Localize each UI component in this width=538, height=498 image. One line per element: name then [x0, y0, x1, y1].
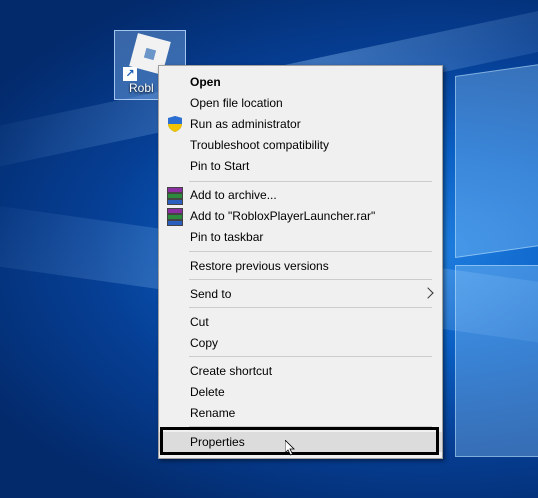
menu-item-run-as-administrator[interactable]: Run as administrator	[159, 114, 442, 134]
menu-item-rename[interactable]: Rename	[159, 403, 442, 423]
menu-item-label: Copy	[190, 336, 219, 350]
chevron-right-icon	[422, 287, 434, 299]
desktop-icon-label: Robl	[129, 81, 154, 95]
menu-item-delete[interactable]: Delete	[159, 382, 442, 402]
menu-item-label: Pin to taskbar	[190, 230, 264, 244]
menu-separator	[189, 307, 432, 308]
winrar-icon	[167, 187, 183, 205]
winrar-icon	[167, 208, 183, 226]
menu-item-copy[interactable]: Copy	[159, 333, 442, 353]
menu-item-pin-to-start[interactable]: Pin to Start	[159, 156, 442, 176]
wallpaper-window-pane	[455, 64, 538, 258]
menu-item-troubleshoot-compatibility[interactable]: Troubleshoot compatibility	[159, 135, 442, 155]
menu-separator	[189, 279, 432, 280]
menu-item-label: Send to	[190, 287, 232, 301]
menu-item-cut[interactable]: Cut	[159, 312, 442, 332]
menu-item-label: Open file location	[190, 96, 283, 110]
menu-item-pin-to-taskbar[interactable]: Pin to taskbar	[159, 227, 442, 247]
menu-item-restore-previous-versions[interactable]: Restore previous versions	[159, 256, 442, 276]
shortcut-arrow-icon: ↗	[123, 67, 137, 81]
menu-item-label: Cut	[190, 315, 209, 329]
menu-item-label: Pin to Start	[190, 159, 250, 173]
menu-item-label: Add to archive...	[190, 188, 277, 202]
menu-separator	[189, 356, 432, 357]
menu-item-open[interactable]: Open	[159, 72, 442, 92]
menu-separator	[189, 181, 432, 182]
menu-item-add-to-archive[interactable]: Add to archive...	[159, 185, 442, 205]
menu-item-label: Open	[190, 75, 221, 89]
menu-item-add-to-rar[interactable]: Add to "RobloxPlayerLauncher.rar"	[159, 206, 442, 226]
menu-separator	[189, 251, 432, 252]
context-menu: Open Open file location Run as administr…	[158, 65, 443, 459]
wallpaper-window-pane	[455, 265, 538, 457]
menu-item-send-to[interactable]: Send to	[159, 284, 442, 304]
menu-item-label: Create shortcut	[190, 364, 273, 378]
annotation-highlight-box	[160, 427, 439, 455]
menu-item-label: Restore previous versions	[190, 259, 329, 273]
menu-item-label: Run as administrator	[190, 117, 301, 131]
uac-shield-icon	[168, 116, 182, 132]
menu-item-label: Delete	[190, 385, 225, 399]
menu-item-label: Add to "RobloxPlayerLauncher.rar"	[190, 209, 376, 223]
menu-item-label: Troubleshoot compatibility	[190, 138, 329, 152]
menu-item-open-file-location[interactable]: Open file location	[159, 93, 442, 113]
menu-item-create-shortcut[interactable]: Create shortcut	[159, 361, 442, 381]
menu-item-label: Rename	[190, 406, 236, 420]
mouse-cursor-icon	[285, 440, 295, 456]
